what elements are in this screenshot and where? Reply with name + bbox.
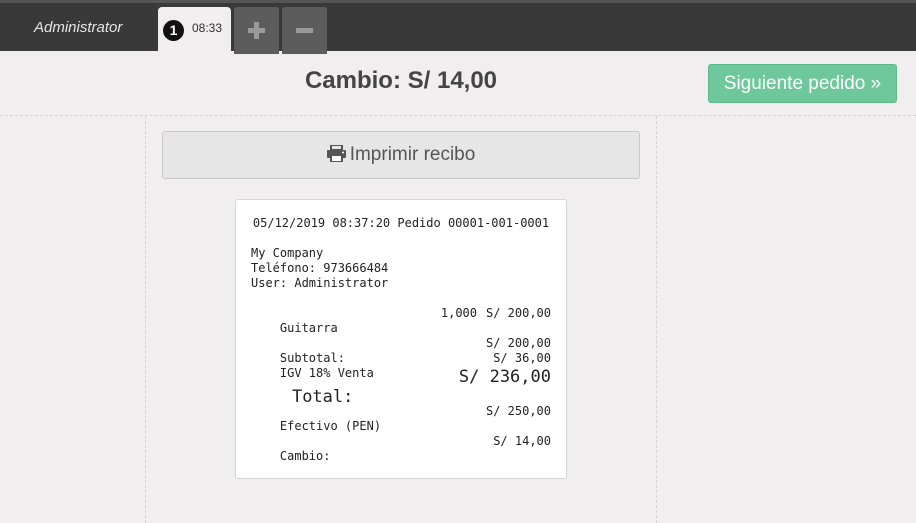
header-row: Cambio: S/ 14,00 Siguiente pedido » (0, 51, 916, 116)
receipt-header-line: 05/12/2019 08:37:20 Pedido 00001-001-000… (252, 216, 550, 230)
receipt-tax-row: IGV 18% Venta S/ 36,00 (251, 351, 551, 380)
receipt-change-value: S/ 14,00 (493, 434, 551, 448)
receipt-item-name: Guitarra (279, 321, 338, 335)
receipt-user: User: Administrator (251, 276, 389, 290)
receipt-total-value: S/ 236,00 (458, 367, 551, 387)
change-title: Cambio: S/ 14,00 (304, 67, 498, 94)
receipt-item-row: Guitarra 1,000 S/ 200,00 (251, 306, 551, 335)
add-order-button[interactable] (234, 7, 279, 54)
order-tab[interactable]: 1 08:33 (158, 7, 231, 54)
print-receipt-label: Imprimir recibo (349, 144, 476, 165)
receipt-change-row: Cambio: S/ 14,00 (251, 434, 551, 463)
receipt-change-label: Cambio: (279, 449, 331, 463)
user-name[interactable]: Administrator (34, 19, 122, 36)
receipt-phone: Teléfono: 973666484 (251, 261, 389, 275)
receipt-item-price: S/ 200,00 (485, 306, 551, 320)
print-receipt-button[interactable]: Imprimir recibo (162, 131, 640, 179)
receipt-tax-value: S/ 36,00 (493, 351, 551, 365)
receipt: 05/12/2019 08:37:20 Pedido 00001-001-000… (235, 199, 567, 479)
column-divider-right (656, 116, 657, 523)
printer-icon (326, 144, 346, 163)
column-divider-left (145, 116, 146, 523)
receipt-item-qty: 1,000 (440, 306, 477, 320)
receipt-total-row: Total: S/ 236,00 (251, 367, 551, 407)
receipt-cash-row: Efectivo (PEN) S/ 250,00 (251, 404, 551, 433)
minus-icon (296, 28, 313, 33)
receipt-company: My Company (251, 246, 324, 260)
order-number-badge: 1 (163, 20, 184, 41)
next-order-button[interactable]: Siguiente pedido » (708, 64, 897, 103)
receipt-subtotal-row: Subtotal: S/ 200,00 (251, 336, 551, 365)
remove-order-button[interactable] (282, 7, 327, 54)
plus-icon (248, 22, 265, 39)
receipt-subtotal-value: S/ 200,00 (485, 336, 551, 350)
receipt-cash-label: Efectivo (PEN) (279, 419, 382, 433)
receipt-cash-value: S/ 250,00 (485, 404, 551, 418)
top-bar: Administrator 1 08:33 (0, 0, 916, 54)
order-time: 08:33 (192, 21, 223, 35)
